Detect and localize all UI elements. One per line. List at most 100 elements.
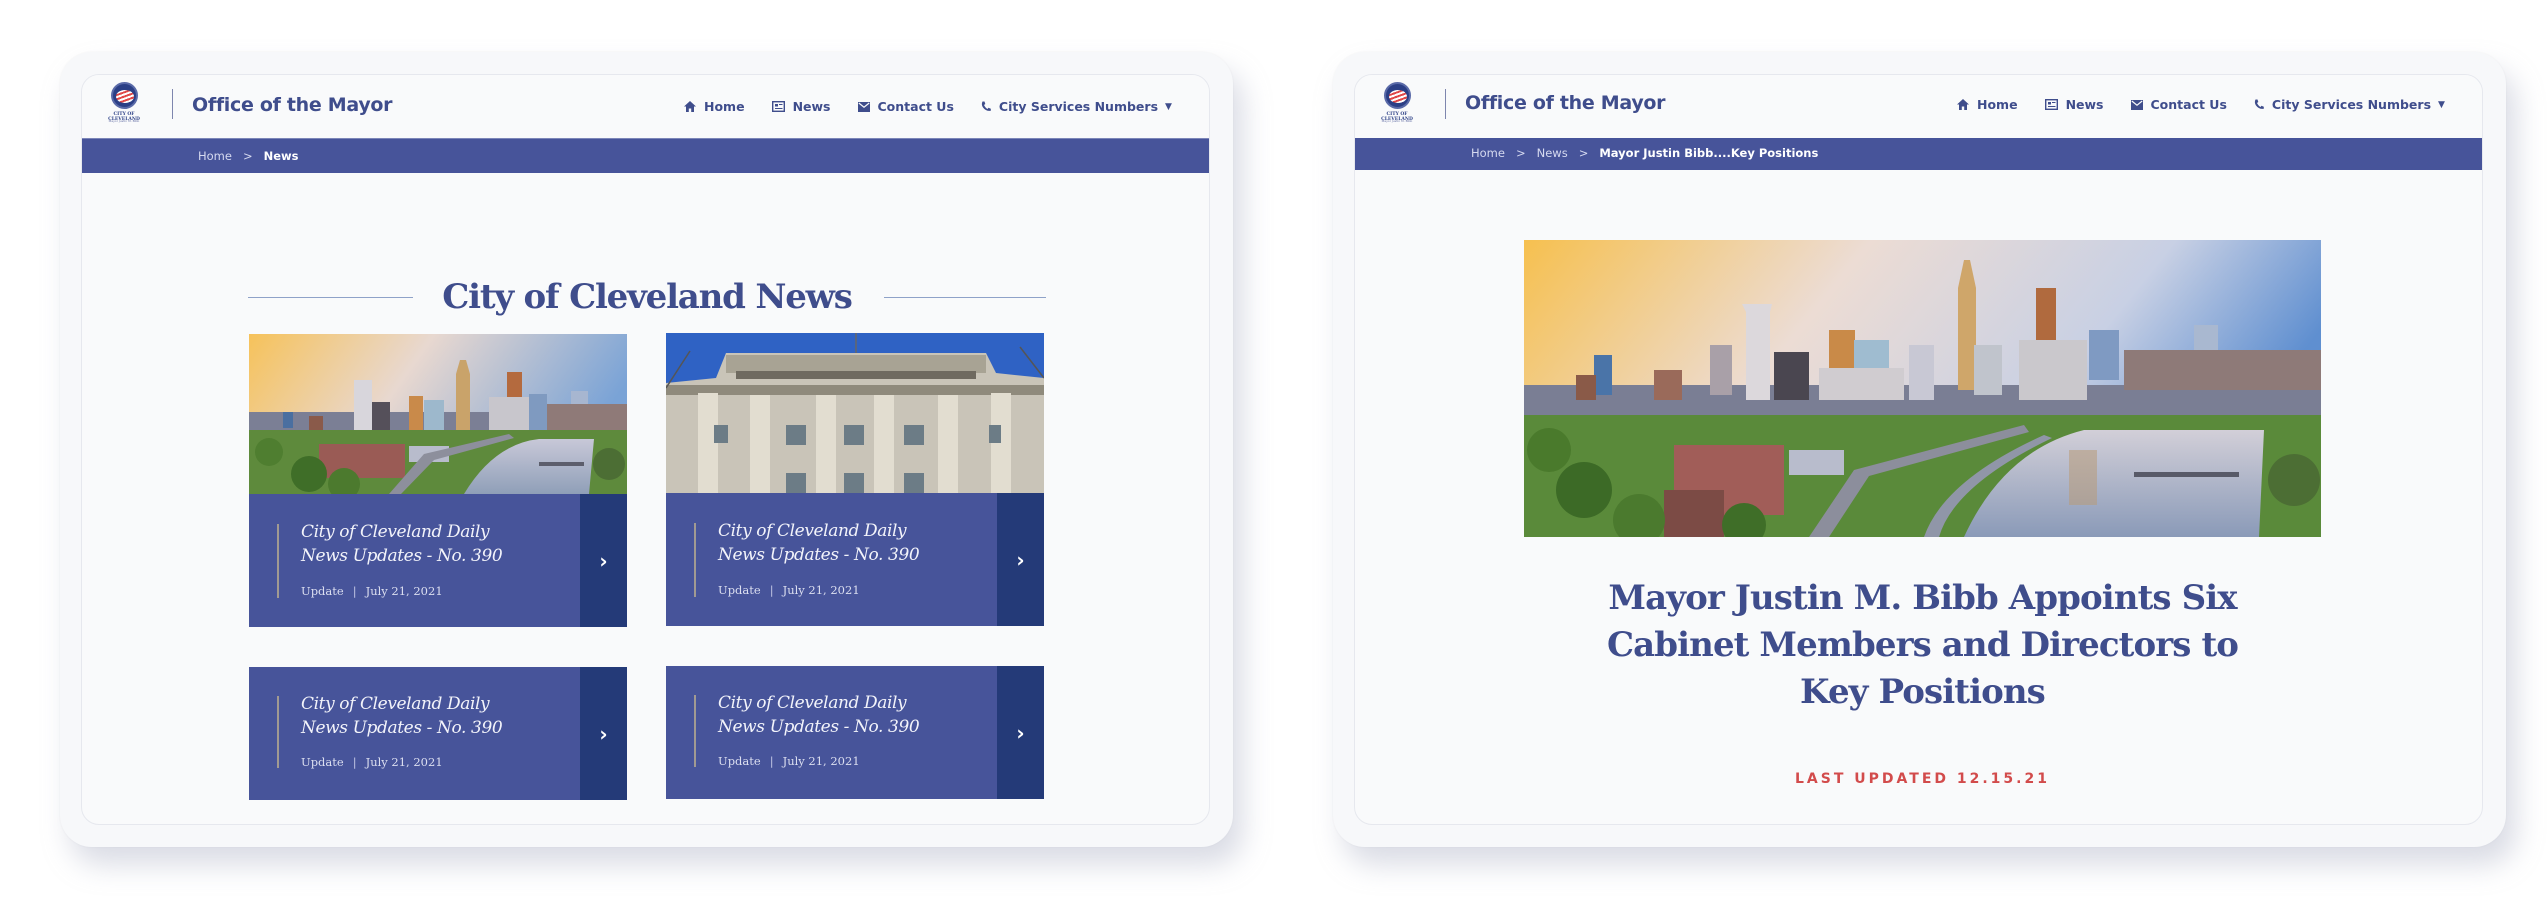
news-card[interactable]: City of Cleveland Daily News Updates - N… (666, 666, 1044, 799)
nav-city-services-label: City Services Numbers (998, 99, 1159, 114)
breadcrumb-separator: > (1515, 146, 1526, 160)
card-title-line: City of Cleveland Daily (301, 522, 490, 542)
nav-home-label: Home (704, 99, 745, 114)
chevron-right-icon: › (599, 548, 608, 573)
meta-separator: | (352, 584, 357, 598)
main-nav: Home News Contact Us City Services Numbe… (684, 99, 1199, 114)
breadcrumb-home[interactable]: Home (1471, 146, 1505, 160)
card-date: July 21, 2021 (782, 583, 860, 597)
city-seal-icon (111, 82, 138, 109)
chevron-down-icon: ▼ (2438, 99, 2445, 110)
chevron-down-icon: ▼ (1165, 101, 1172, 112)
card-title[interactable]: City of Cleveland Daily News Updates - N… (301, 520, 503, 568)
nav-news-label: News (2065, 97, 2104, 112)
nav-contact[interactable]: Contact Us (2130, 97, 2227, 112)
card-body: City of Cleveland Daily News Updates - N… (249, 494, 627, 627)
news-card[interactable]: City of Cleveland Daily News Updates - N… (666, 333, 1044, 626)
site-header: CITY OF CLEVELAND Mayor Justin M. Bibb O… (82, 75, 1209, 138)
card-title-line: News Updates - No. 390 (301, 546, 503, 566)
card-arrow-button[interactable]: › (997, 666, 1044, 799)
article-title-line: Cabinet Members and Directors to (1606, 625, 2239, 665)
nav-contact[interactable]: Contact Us (857, 99, 954, 114)
card-title[interactable]: City of Cleveland Daily News Updates - N… (718, 519, 920, 567)
phone-icon (981, 101, 991, 111)
nav-home[interactable]: Home (684, 99, 745, 114)
nav-home[interactable]: Home (1957, 97, 2018, 112)
chevron-right-icon: › (1016, 547, 1025, 572)
site-title[interactable]: Office of the Mayor (1465, 92, 1666, 114)
card-title[interactable]: City of Cleveland Daily News Updates - N… (301, 692, 503, 740)
news-list-page: CITY OF CLEVELAND Mayor Justin M. Bibb O… (81, 74, 1210, 825)
nav-city-services-label: City Services Numbers (2271, 97, 2432, 112)
nav-contact-label: Contact Us (2150, 97, 2227, 112)
news-card[interactable]: City of Cleveland Daily News Updates - N… (249, 667, 627, 800)
card-meta: Update | July 21, 2021 (301, 755, 443, 769)
card-category: Update (301, 755, 344, 769)
card-accent-bar (277, 524, 279, 598)
nav-news-label: News (792, 99, 831, 114)
section-header: City of Cleveland News (248, 269, 1046, 329)
article-title-line: Mayor Justin M. Bibb Appoints Six (1608, 578, 2237, 618)
city-logo[interactable]: CITY OF CLEVELAND Mayor Justin M. Bibb (98, 82, 150, 127)
breadcrumb: Home > News > Mayor Justin Bibb....Key P… (1355, 135, 2482, 170)
newspaper-icon (771, 101, 785, 112)
left-device-frame: CITY OF CLEVELAND Mayor Justin M. Bibb O… (60, 52, 1233, 847)
card-title-line: News Updates - No. 390 (718, 545, 920, 565)
nav-news[interactable]: News (2044, 97, 2104, 112)
card-title-line: News Updates - No. 390 (718, 717, 920, 737)
chevron-right-icon: › (599, 721, 608, 746)
site-title[interactable]: Office of the Mayor (192, 94, 393, 116)
breadcrumb-separator: > (242, 149, 253, 163)
main-nav: Home News Contact Us City Services Numbe… (1957, 97, 2472, 112)
newspaper-icon (2044, 99, 2058, 110)
header-divider (172, 89, 173, 119)
breadcrumb-home[interactable]: Home (198, 149, 232, 163)
article-title: Mayor Justin M. Bibb Appoints Six Cabine… (1555, 575, 2290, 716)
title-rule-right (884, 297, 1046, 298)
envelope-icon (2130, 99, 2143, 110)
city-hall-photo (666, 333, 1044, 493)
right-device-frame: CITY OF CLEVELAND Mayor Justin M. Bibb O… (1333, 52, 2506, 847)
breadcrumb-separator: > (1578, 146, 1589, 160)
skyline-photo (249, 334, 627, 494)
card-meta: Update | July 21, 2021 (718, 583, 860, 597)
nav-contact-label: Contact Us (877, 99, 954, 114)
card-date: July 21, 2021 (782, 754, 860, 768)
city-logo[interactable]: CITY OF CLEVELAND Mayor Justin M. Bibb (1371, 82, 1423, 127)
card-title-line: News Updates - No. 390 (301, 718, 503, 738)
card-body: City of Cleveland Daily News Updates - N… (666, 493, 1044, 626)
breadcrumb-current: News (263, 149, 299, 163)
breadcrumb-news[interactable]: News (1537, 146, 1568, 160)
card-body: City of Cleveland Daily News Updates - N… (249, 667, 627, 800)
envelope-icon (857, 101, 870, 112)
meta-separator: | (352, 755, 357, 769)
card-title[interactable]: City of Cleveland Daily News Updates - N… (718, 691, 920, 739)
card-arrow-button[interactable]: › (580, 667, 627, 800)
article-page: CITY OF CLEVELAND Mayor Justin M. Bibb O… (1354, 74, 2483, 825)
home-icon (684, 101, 696, 112)
last-updated: LAST UPDATED 12.15.21 (1795, 771, 2050, 787)
meta-separator: | (769, 754, 774, 768)
card-category: Update (301, 584, 344, 598)
card-title-line: City of Cleveland Daily (301, 694, 490, 714)
logo-subcaption: Mayor Justin M. Bibb (1381, 119, 1413, 123)
card-arrow-button[interactable]: › (580, 494, 627, 627)
nav-city-services[interactable]: City Services Numbers ▼ (981, 99, 1172, 114)
card-body: City of Cleveland Daily News Updates - N… (666, 666, 1044, 799)
news-card[interactable]: City of Cleveland Daily News Updates - N… (249, 334, 627, 627)
card-accent-bar (694, 523, 696, 597)
header-divider (1445, 89, 1446, 119)
city-seal-icon (1384, 82, 1411, 109)
nav-home-label: Home (1977, 97, 2018, 112)
phone-icon (2254, 99, 2264, 109)
card-arrow-button[interactable]: › (997, 493, 1044, 626)
nav-news[interactable]: News (771, 99, 831, 114)
card-title-line: City of Cleveland Daily (718, 521, 907, 541)
card-date: July 21, 2021 (365, 755, 443, 769)
card-category: Update (718, 754, 761, 768)
card-date: July 21, 2021 (365, 584, 443, 598)
meta-separator: | (769, 583, 774, 597)
nav-city-services[interactable]: City Services Numbers ▼ (2254, 97, 2445, 112)
card-accent-bar (694, 695, 696, 767)
home-icon (1957, 99, 1969, 110)
